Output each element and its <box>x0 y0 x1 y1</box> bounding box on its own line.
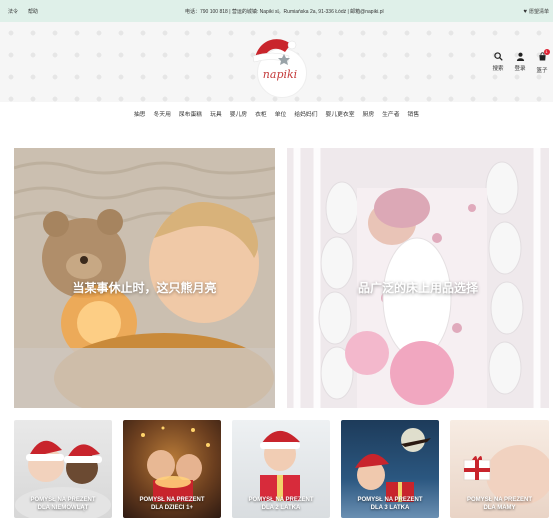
gift-tile-label-line1: POMYSŁ NA PREZENT <box>139 497 205 503</box>
wishlist-label: 愿望清单 <box>528 9 549 15</box>
gift-tile-label: POMYSŁ NA PREZENT DLA NIEMOWLĄT <box>14 496 112 512</box>
gift-tile-label-line1: POMYSŁ NA PREZENT <box>466 497 533 503</box>
santa-hat-icon <box>252 39 297 65</box>
contact-info: 电话：790 100 818 | 营运的城镇: Napiki sl。Rumiań… <box>185 9 384 15</box>
nav-item[interactable]: 玩具 <box>210 109 222 122</box>
gift-tile-mom[interactable]: POMYSŁ NA PREZENT DLA MAMY <box>450 420 549 518</box>
gift-tile-label-line1: POMYSŁ NA PREZENT <box>30 497 96 503</box>
banner-bedding-image <box>287 148 549 408</box>
login-button[interactable]: 登录 <box>513 52 527 74</box>
banner-caption: 品广泛的床上用品选择 <box>357 281 478 295</box>
banner-bear-lamp-image <box>14 148 275 408</box>
login-label: 登录 <box>514 66 526 72</box>
nav-item[interactable]: 抽思 <box>134 109 146 122</box>
gift-tile-label-line1: POMYSŁ NA PREZENT <box>248 497 314 503</box>
heart-icon: ♥ <box>523 8 527 15</box>
nav-item[interactable]: 婴儿房 <box>230 109 247 122</box>
search-button[interactable]: 搜索 <box>491 52 505 74</box>
logo-text: napiki <box>262 68 298 81</box>
search-icon <box>493 52 503 61</box>
logo[interactable]: napiki <box>251 32 309 98</box>
wishlist-link[interactable]: ♥ 愿望清单 <box>523 8 549 16</box>
nav-item[interactable]: 冬天用 <box>153 109 170 122</box>
gift-tile-label-line2: DLA DZIECI 1+ <box>151 505 193 511</box>
gift-tile-label-line1: POMYSŁ NA PREZENT <box>357 497 423 503</box>
help-link[interactable]: 帮助 <box>28 8 38 15</box>
gift-tile-label-line2: DLA 3 LATKA <box>370 505 410 511</box>
nav-item[interactable]: 尿布蛋糕 <box>179 109 202 122</box>
gift-tile-label: POMYSŁ NA PREZENT DLA 2 LATKA <box>232 496 330 512</box>
gift-tile-label-line2: DLA NIEMOWLĄT <box>37 505 89 511</box>
main-nav: 抽思 冬天用 尿布蛋糕 玩具 婴儿房 衣柜 单位 给妈妈们 婴儿更衣室 厨房 生… <box>0 104 553 122</box>
gift-tile-age-3[interactable]: POMYSŁ NA PREZENT DLA 3 LATKA <box>341 420 439 518</box>
banner-bedding[interactable]: 品广泛的床上用品选择 <box>287 148 549 408</box>
cart-count-badge: 1 <box>543 49 550 55</box>
cart-button[interactable]: 1 篮子 <box>535 49 550 74</box>
nav-item[interactable]: 婴儿更衣室 <box>326 109 355 122</box>
banner-bear-lamp[interactable]: 当某事休止时，这只熊月亮 <box>14 148 275 408</box>
user-icon <box>516 52 524 61</box>
gift-tile-age-2[interactable]: POMYSŁ NA PREZENT DLA 2 LATKA <box>232 420 330 518</box>
gift-tile-label-line2: DLA MAMY <box>483 505 516 511</box>
nav-item[interactable]: 销售 <box>408 109 420 122</box>
gift-tile-newborns[interactable]: POMYSŁ NA PREZENT DLA NIEMOWLĄT <box>14 420 112 518</box>
gift-tile-label: POMYSŁ NA PREZENT DLA 3 LATKA <box>341 496 439 512</box>
banner-caption: 当某事休止时，这只熊月亮 <box>72 281 217 295</box>
gift-tile-label: POMYSŁ NA PREZENT DLA MAMY <box>450 496 549 512</box>
nav-item[interactable]: 衣柜 <box>255 109 267 122</box>
header-icons: 搜索 登录 1 篮子 <box>491 49 550 74</box>
regulations-link[interactable]: 法令 <box>8 8 18 15</box>
nav-item[interactable]: 单位 <box>275 109 287 122</box>
nav-item[interactable]: 厨房 <box>363 109 375 122</box>
nav-item[interactable]: 生产者 <box>382 109 399 122</box>
site-header: napiki 搜索 登录 1 篮子 <box>0 22 553 102</box>
cart-label: 篮子 <box>536 68 548 74</box>
gift-tile-kids-1plus[interactable]: POMYSŁ NA PREZENT DLA DZIECI 1+ <box>123 420 221 518</box>
search-label: 搜索 <box>492 66 504 72</box>
gift-tile-label-line2: DLA 2 LATKA <box>261 505 301 511</box>
nav-item[interactable]: 给妈妈们 <box>294 109 317 122</box>
top-info-bar: 法令 帮助 电话：790 100 818 | 营运的城镇: Napiki sl。… <box>0 0 553 22</box>
gift-tile-label: POMYSŁ NA PREZENT DLA DZIECI 1+ <box>123 496 221 512</box>
